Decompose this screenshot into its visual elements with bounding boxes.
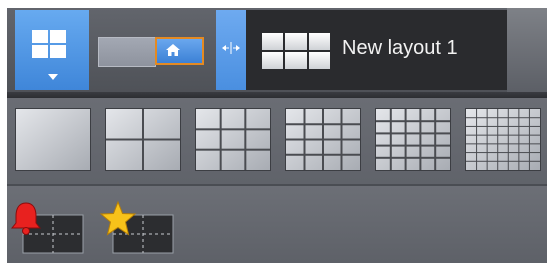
grid-divider-horizontal: [466, 134, 540, 136]
layout-menu-button[interactable]: [15, 10, 89, 90]
grid-divider-horizontal: [286, 153, 360, 156]
grid-divider-horizontal: [376, 132, 450, 135]
bell-icon: [9, 200, 43, 241]
grid-divider-vertical: [434, 109, 437, 170]
grid-divider-horizontal: [286, 123, 360, 126]
grid-5x5-option[interactable]: [375, 108, 451, 171]
grid-divider-horizontal: [466, 152, 540, 154]
grid-divider-horizontal: [466, 117, 540, 119]
grid-divider-vertical: [389, 109, 392, 170]
top-toolbar: New layout 1: [7, 8, 547, 92]
grid-divider-horizontal: [466, 143, 540, 145]
grid-divider-horizontal: [196, 148, 270, 151]
home-option[interactable]: [155, 37, 204, 65]
layout-tab[interactable]: New layout 1: [246, 10, 507, 90]
grid-divider-horizontal: [196, 128, 270, 131]
layout-tab-title: New layout 1: [342, 37, 458, 59]
grid-7x7-option[interactable]: [465, 108, 541, 171]
grid-divider-horizontal: [376, 144, 450, 147]
grid-2x2-option[interactable]: [105, 108, 181, 171]
grid-1x1-option[interactable]: [15, 108, 91, 171]
star-icon: [99, 200, 137, 243]
grid-divider-horizontal: [106, 138, 180, 141]
favorites-layout[interactable]: [99, 200, 179, 256]
grid-3x3-option[interactable]: [195, 108, 271, 171]
view-toggle[interactable]: [98, 37, 206, 67]
alarm-layout[interactable]: [9, 200, 89, 256]
grid-divider-vertical: [404, 109, 407, 170]
grid-divider-vertical: [419, 109, 422, 170]
grid-layout-options: [7, 98, 547, 184]
grid-divider-vertical: [244, 109, 247, 170]
special-layouts-row: [7, 186, 547, 263]
panel-splitter[interactable]: [216, 10, 246, 90]
grid-divider-horizontal: [466, 160, 540, 162]
view-option[interactable]: [98, 37, 156, 67]
grid-divider-horizontal: [376, 156, 450, 159]
grid-divider-horizontal: [466, 125, 540, 127]
grid-4x4-option[interactable]: [285, 108, 361, 171]
resize-horizontal-icon: [222, 41, 240, 59]
chevron-down-icon: [48, 67, 58, 85]
six-pane-grid-icon: [262, 33, 330, 74]
layout-panel: New layout 1: [7, 8, 547, 263]
four-pane-grid-icon: [32, 30, 66, 63]
topbar-filler: [507, 8, 547, 92]
home-icon: [166, 43, 180, 61]
grid-divider-horizontal: [376, 120, 450, 123]
grid-divider-vertical: [219, 109, 222, 170]
grid-divider-horizontal: [286, 138, 360, 141]
